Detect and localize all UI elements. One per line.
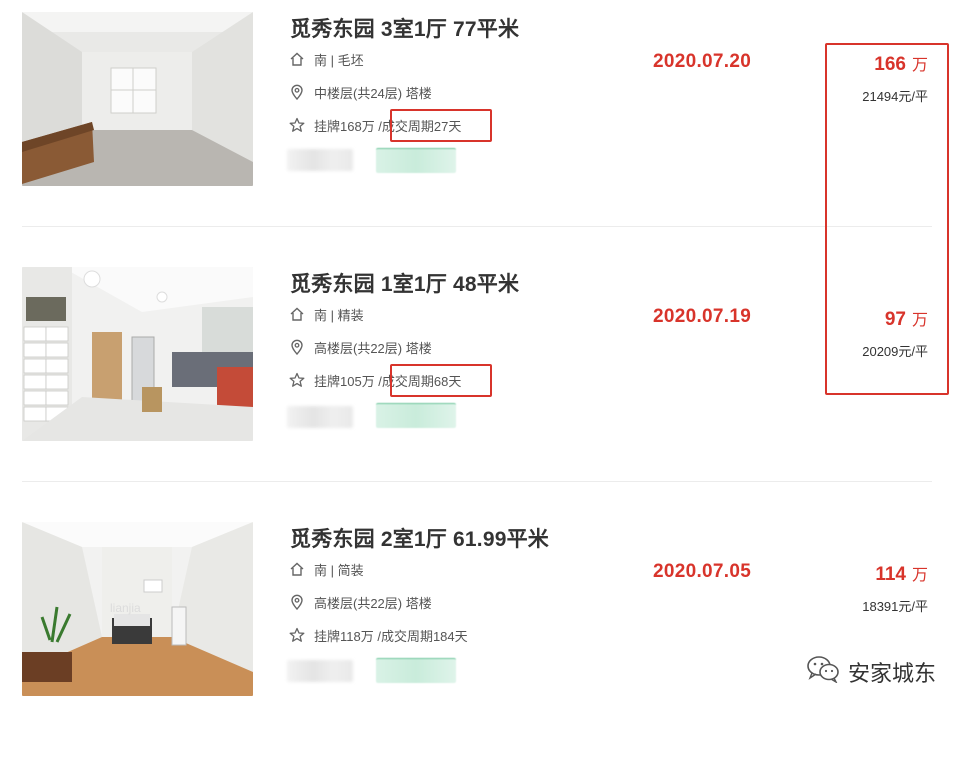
price-cycle-row: 挂牌168万 / 成交周期27天	[289, 116, 461, 134]
orientation-row: 南 | 简装	[289, 560, 364, 578]
listing-card[interactable]: 觅秀东园 3室1厅 77平米 南 | 毛坯 中楼层(共24层) 塔楼 挂牌168…	[0, 0, 968, 255]
wechat-icon	[806, 655, 840, 689]
watermark-text: 安家城东	[847, 662, 936, 687]
deal-date: 2020.07.19	[653, 306, 752, 327]
star-icon	[289, 372, 305, 388]
orientation-row: 南 | 精装	[289, 305, 364, 323]
house-icon	[289, 306, 305, 322]
location-pin-icon	[289, 84, 305, 100]
location-pin-icon	[289, 594, 305, 610]
unit-price: 18391元/平	[862, 599, 928, 614]
listing-photo[interactable]	[22, 12, 253, 186]
deal-date: 2020.07.05	[653, 561, 752, 582]
listing-price-text: 挂牌105万 /	[314, 373, 382, 389]
total-price-unit: 万	[911, 567, 928, 584]
blurred-green-tag	[376, 148, 456, 173]
floor-row: 高楼层(共22层) 塔楼	[289, 593, 432, 611]
blurred-tag	[287, 660, 353, 682]
blurred-tag	[287, 406, 353, 428]
floor-building-text: 高楼层(共22层) 塔楼	[314, 340, 432, 356]
listing-title[interactable]: 觅秀东园 2室1厅 61.99平米	[290, 523, 549, 553]
account-watermark: 安家城东	[806, 655, 936, 689]
deal-cycle-text: 成交周期27天	[381, 118, 462, 134]
total-price-value: 114	[875, 564, 906, 585]
orientation-decor-text: 南 | 简装	[314, 562, 364, 578]
price-cycle-row: 挂牌118万 / 成交周期184天	[289, 626, 468, 644]
total-price: 114 万	[875, 561, 928, 586]
listing-photo[interactable]: lianjia	[22, 522, 253, 696]
listing-price-text: 挂牌118万 /	[314, 628, 381, 644]
divider	[22, 226, 932, 227]
blurred-green-tag	[376, 658, 456, 683]
listing-card[interactable]: lianjia 觅秀东园 2室1厅 61.99平米 南 | 简装 高楼层(共22…	[0, 510, 968, 765]
star-icon	[289, 627, 305, 643]
star-icon	[289, 117, 305, 133]
floor-row: 高楼层(共22层) 塔楼	[289, 338, 432, 356]
price-cycle-row: 挂牌105万 / 成交周期68天	[289, 371, 461, 389]
price-highlight-box	[825, 43, 949, 395]
listing-title[interactable]: 觅秀东园 1室1厅 48平米	[290, 268, 519, 298]
divider	[22, 481, 932, 482]
blurred-tag	[287, 149, 353, 171]
listing-title[interactable]: 觅秀东园 3室1厅 77平米	[290, 13, 519, 43]
blurred-green-tag	[376, 403, 456, 428]
location-pin-icon	[289, 339, 305, 355]
orientation-decor-text: 南 | 毛坯	[314, 52, 364, 68]
floor-building-text: 中楼层(共24层) 塔楼	[314, 85, 432, 101]
deal-date: 2020.07.20	[653, 51, 752, 72]
deal-cycle-text: 成交周期68天	[381, 373, 462, 389]
house-icon	[289, 51, 305, 67]
listing-card[interactable]: 觅秀东园 1室1厅 48平米 南 | 精装 高楼层(共22层) 塔楼 挂牌105…	[0, 255, 968, 510]
house-icon	[289, 561, 305, 577]
listing-price-text: 挂牌168万 /	[314, 118, 382, 134]
orientation-decor-text: 南 | 精装	[314, 307, 364, 323]
listing-photo[interactable]	[22, 267, 253, 441]
photo-watermark: lianjia	[110, 601, 141, 615]
deal-cycle-text: 成交周期184天	[380, 628, 468, 644]
floor-row: 中楼层(共24层) 塔楼	[289, 83, 432, 101]
orientation-row: 南 | 毛坯	[289, 50, 364, 68]
floor-building-text: 高楼层(共22层) 塔楼	[314, 595, 432, 611]
